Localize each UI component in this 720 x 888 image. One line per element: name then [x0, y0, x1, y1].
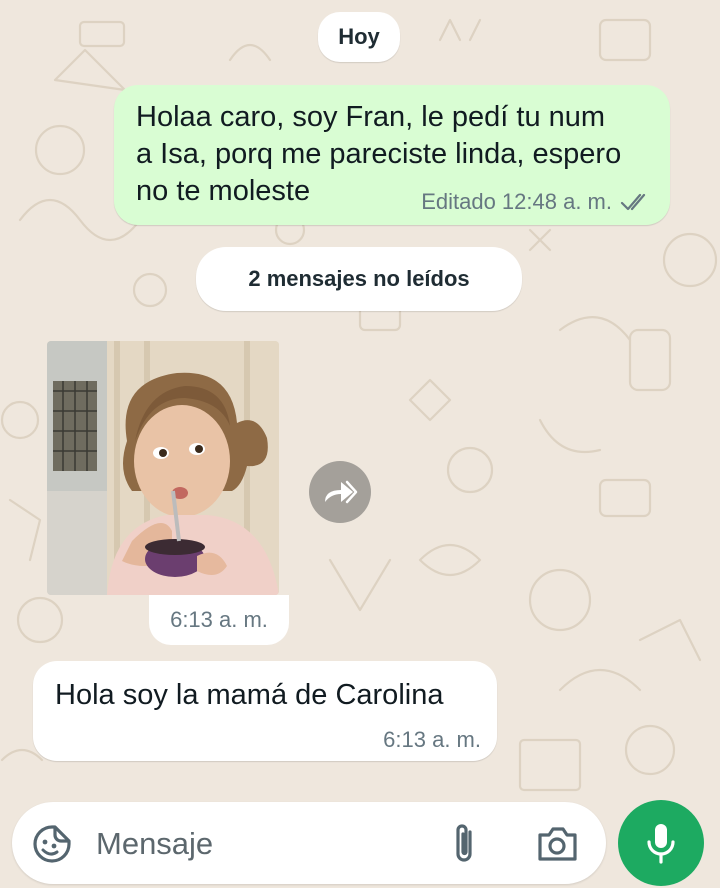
- forward-icon: [325, 480, 358, 504]
- incoming-photo-time: 6:13 a. m.: [149, 595, 289, 645]
- unread-messages-banner: 2 mensajes no leídos: [196, 247, 522, 311]
- mic-button[interactable]: [618, 800, 704, 886]
- sticker-icon[interactable]: [32, 824, 72, 864]
- message-input[interactable]: [94, 818, 428, 870]
- unread-messages-label: 2 mensajes no leídos: [248, 266, 470, 291]
- incoming-message-time: 6:13 a. m.: [383, 727, 481, 752]
- incoming-message-bubble[interactable]: Hola soy la mamá de Carolina 6:13 a. m.: [33, 661, 497, 761]
- outgoing-message-bubble[interactable]: Holaa caro, soy Fran, le pedí tu num a I…: [114, 85, 670, 225]
- camera-icon[interactable]: [536, 825, 578, 863]
- date-separator: Hoy: [318, 12, 400, 62]
- mic-icon: [647, 824, 675, 864]
- attach-icon[interactable]: [450, 822, 480, 866]
- outgoing-message-edited-time: Editado 12:48 a. m.: [421, 189, 612, 214]
- incoming-photo-message[interactable]: [47, 341, 279, 595]
- date-separator-label: Hoy: [338, 24, 380, 49]
- outgoing-message-meta: Editado 12:48 a. m.: [421, 189, 652, 215]
- incoming-message-text: Hola soy la mamá de Carolina: [55, 679, 444, 711]
- forward-button[interactable]: [309, 461, 371, 523]
- incoming-photo-time-label: 6:13 a. m.: [170, 607, 268, 632]
- message-composer: [12, 802, 606, 884]
- child-drinking-mate-photo: [47, 341, 279, 595]
- double-check-icon: [620, 193, 646, 211]
